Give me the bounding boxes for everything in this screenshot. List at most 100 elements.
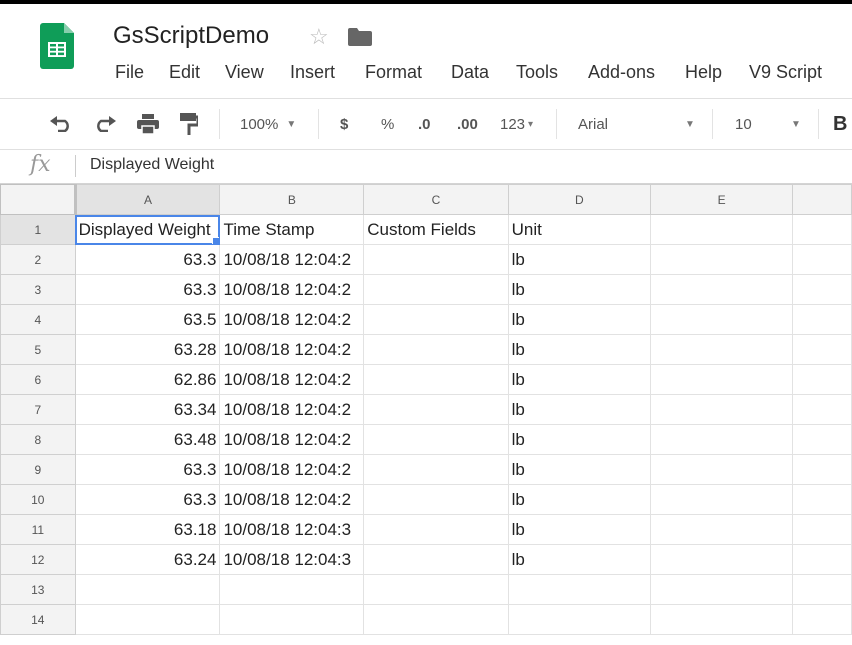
cell-d[interactable]: lb: [507, 484, 652, 515]
cell-b[interactable]: 10/08/18 12:04:2: [219, 334, 365, 365]
cell-e[interactable]: [650, 484, 794, 515]
cell-a[interactable]: 63.3: [74, 454, 221, 485]
menu-data[interactable]: Data: [451, 62, 489, 83]
cell-d[interactable]: lb: [507, 544, 652, 575]
row-header[interactable]: 6: [0, 364, 76, 395]
cell-f[interactable]: [792, 394, 852, 425]
undo-icon[interactable]: [50, 99, 74, 149]
cell-f[interactable]: [792, 334, 852, 365]
print-icon[interactable]: [137, 99, 159, 149]
cell-e[interactable]: [650, 544, 794, 575]
cell-c[interactable]: [363, 544, 509, 575]
cell-b[interactable]: Time Stamp: [219, 214, 365, 245]
cell-e[interactable]: [650, 514, 794, 545]
cell-d[interactable]: lb: [507, 304, 652, 335]
menu-edit[interactable]: Edit: [169, 62, 200, 83]
cell-d[interactable]: lb: [507, 364, 652, 395]
cell-f[interactable]: [792, 244, 852, 275]
font-size-chevron-down-icon[interactable]: ▼: [791, 99, 801, 149]
cell-a[interactable]: 63.5: [74, 304, 221, 335]
cell-d[interactable]: Unit: [507, 214, 652, 245]
row-header[interactable]: 12: [0, 544, 76, 575]
cell-d[interactable]: lb: [507, 454, 652, 485]
column-header-c[interactable]: C: [363, 184, 509, 215]
cell-c[interactable]: [363, 304, 509, 335]
cell-b[interactable]: 10/08/18 12:04:2: [219, 424, 365, 455]
formula-input[interactable]: Displayed Weight: [90, 156, 214, 174]
increase-decimal-button[interactable]: .00: [457, 99, 478, 149]
cell-e[interactable]: [650, 304, 794, 335]
cell-e[interactable]: [650, 574, 794, 605]
zoom-select[interactable]: 100% ▼: [240, 99, 296, 149]
cell-e[interactable]: [650, 334, 794, 365]
cell-e[interactable]: [650, 214, 794, 245]
paint-format-icon[interactable]: [180, 99, 198, 149]
cell-c[interactable]: [363, 424, 509, 455]
row-header[interactable]: 14: [0, 604, 76, 635]
row-header[interactable]: 9: [0, 454, 76, 485]
column-header-e[interactable]: E: [650, 184, 794, 215]
cell-e[interactable]: [650, 394, 794, 425]
cell-a[interactable]: 63.34: [74, 394, 221, 425]
cell-a[interactable]: 63.48: [74, 424, 221, 455]
cell-b[interactable]: 10/08/18 12:04:2: [219, 304, 365, 335]
cell-d[interactable]: lb: [507, 424, 652, 455]
menu-v9-script[interactable]: V9 Script: [749, 62, 822, 83]
cell-f[interactable]: [792, 484, 852, 515]
menu-view[interactable]: View: [225, 62, 264, 83]
cell-f[interactable]: [792, 514, 852, 545]
cell-d[interactable]: lb: [507, 334, 652, 365]
cell-c[interactable]: [363, 334, 509, 365]
font-size-select[interactable]: 10: [735, 99, 752, 149]
cell-b[interactable]: 10/08/18 12:04:2: [219, 484, 365, 515]
cell-e[interactable]: [650, 604, 794, 635]
menu-format[interactable]: Format: [365, 62, 422, 83]
cell-c[interactable]: [363, 394, 509, 425]
cell-c[interactable]: [363, 604, 509, 635]
row-header[interactable]: 10: [0, 484, 76, 515]
row-header[interactable]: 5: [0, 334, 76, 365]
cell-d[interactable]: [507, 604, 652, 635]
cell-d[interactable]: [507, 574, 652, 605]
redo-icon[interactable]: [92, 99, 116, 149]
cell-a[interactable]: 63.24: [74, 544, 221, 575]
menu-file[interactable]: File: [115, 62, 144, 83]
column-header-a[interactable]: A: [74, 184, 221, 215]
cell-a[interactable]: 62.86: [74, 364, 221, 395]
cell-a[interactable]: [74, 574, 221, 605]
cell-d[interactable]: lb: [507, 394, 652, 425]
column-header-d[interactable]: D: [507, 184, 652, 215]
cell-b[interactable]: [219, 574, 365, 605]
cell-c[interactable]: [363, 574, 509, 605]
cell-a[interactable]: Displayed Weight: [74, 214, 221, 245]
cell-a[interactable]: 63.3: [74, 244, 221, 275]
cell-c[interactable]: [363, 514, 509, 545]
document-title[interactable]: GsScriptDemo: [113, 22, 269, 50]
cell-e[interactable]: [650, 454, 794, 485]
cell-e[interactable]: [650, 364, 794, 395]
cell-e[interactable]: [650, 274, 794, 305]
cell-c[interactable]: [363, 244, 509, 275]
menu-addons[interactable]: Add-ons: [588, 62, 655, 83]
currency-format-button[interactable]: $: [340, 99, 348, 149]
row-header[interactable]: 3: [0, 274, 76, 305]
cell-a[interactable]: 63.28: [74, 334, 221, 365]
cell-f[interactable]: [792, 574, 852, 605]
row-header[interactable]: 2: [0, 244, 76, 275]
row-header[interactable]: 8: [0, 424, 76, 455]
cell-c[interactable]: [363, 364, 509, 395]
decrease-decimal-button[interactable]: .0: [418, 99, 431, 149]
font-family-chevron-down-icon[interactable]: ▼: [685, 99, 695, 149]
cell-f[interactable]: [792, 424, 852, 455]
cell-b[interactable]: 10/08/18 12:04:2: [219, 394, 365, 425]
cell-b[interactable]: 10/08/18 12:04:2: [219, 244, 365, 275]
cell-f[interactable]: [792, 304, 852, 335]
percent-format-button[interactable]: %: [381, 99, 394, 149]
sheets-logo-icon[interactable]: [40, 23, 74, 69]
cell-f[interactable]: [792, 274, 852, 305]
cell-a[interactable]: 63.18: [74, 514, 221, 545]
cell-e[interactable]: [650, 244, 794, 275]
cell-c[interactable]: Custom Fields: [363, 214, 509, 245]
cell-c[interactable]: [363, 484, 509, 515]
font-family-select[interactable]: Arial: [578, 99, 608, 149]
